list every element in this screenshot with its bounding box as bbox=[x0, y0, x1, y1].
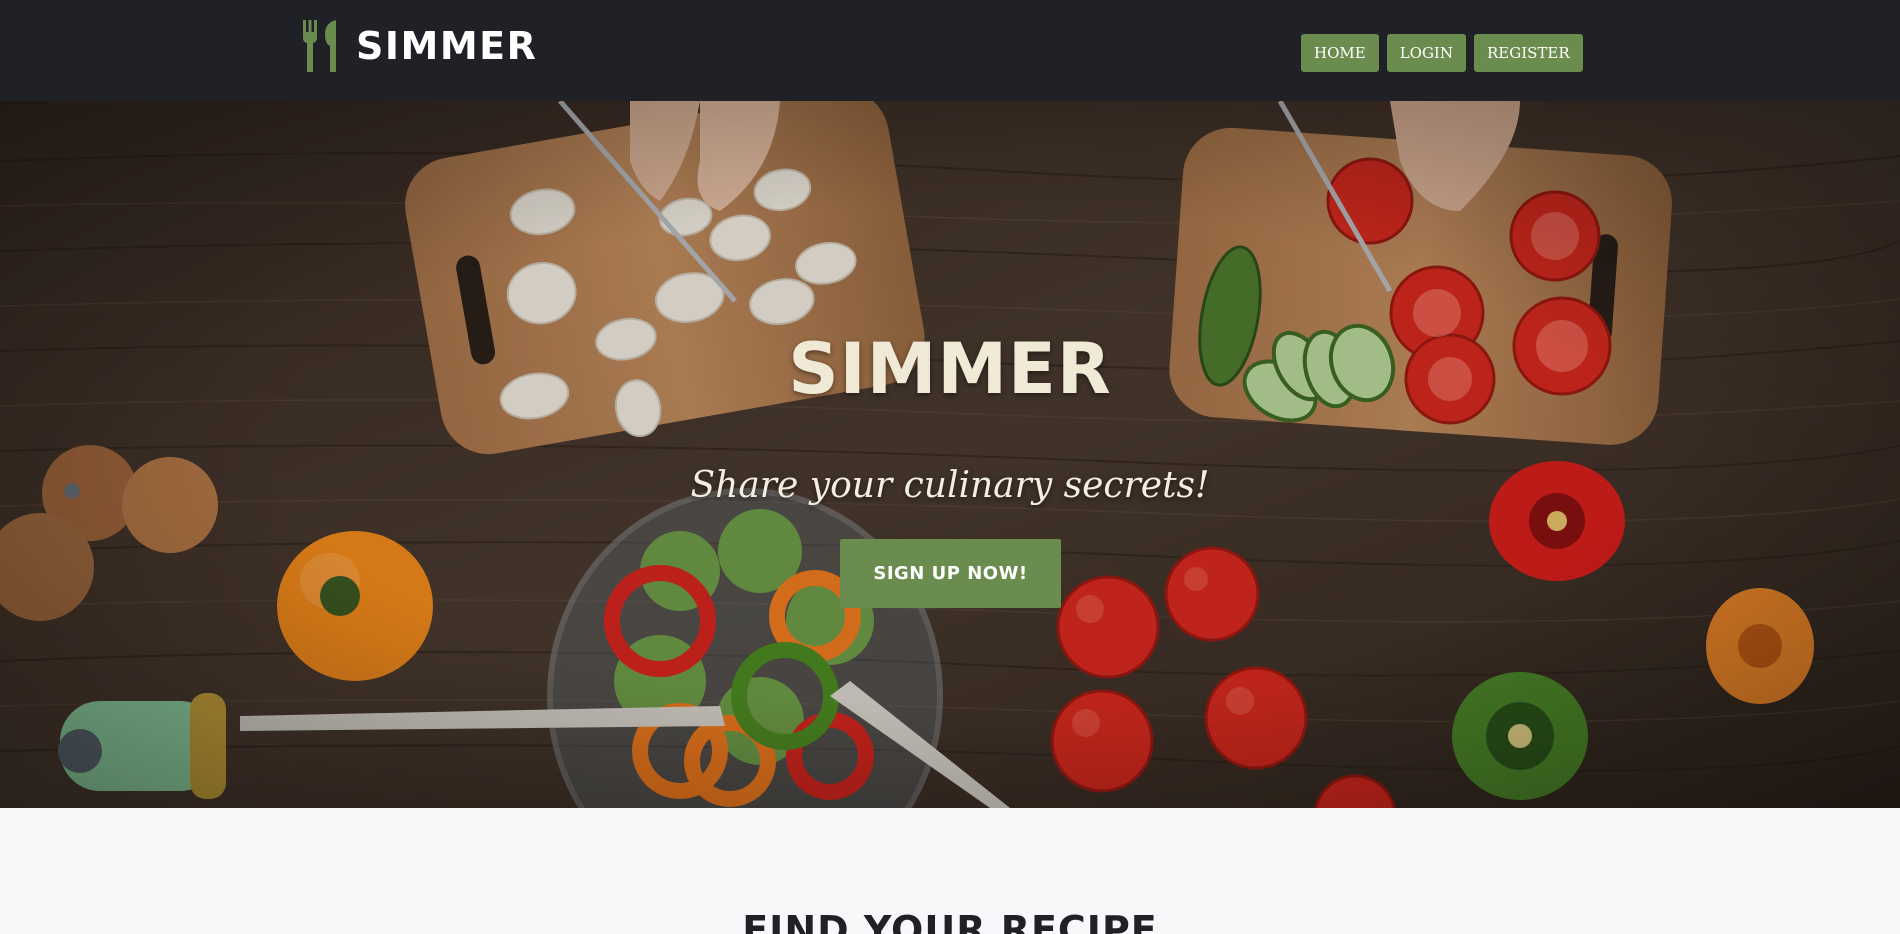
nav-home-button[interactable]: HOME bbox=[1301, 34, 1379, 72]
hero-title: SIMMER bbox=[788, 328, 1112, 410]
hero-banner: SIMMER Share your culinary secrets! SIGN… bbox=[0, 101, 1900, 808]
main-nav: HOME LOGIN REGISTER bbox=[1301, 34, 1583, 72]
hero-background-image bbox=[0, 101, 1900, 808]
hero-tagline: Share your culinary secrets! bbox=[690, 465, 1210, 506]
fork-knife-icon bbox=[303, 20, 336, 72]
nav-login-button[interactable]: LOGIN bbox=[1386, 34, 1466, 72]
brand-logo-link[interactable]: SIMMER bbox=[300, 20, 537, 72]
brand-name: SIMMER bbox=[356, 24, 538, 68]
nav-register-button[interactable]: REGISTER bbox=[1473, 34, 1583, 72]
sign-up-button[interactable]: SIGN UP NOW! bbox=[840, 539, 1061, 608]
find-recipe-title: FIND YOUR RECIPE bbox=[742, 908, 1158, 934]
navbar: SIMMER HOME LOGIN REGISTER bbox=[0, 0, 1900, 101]
